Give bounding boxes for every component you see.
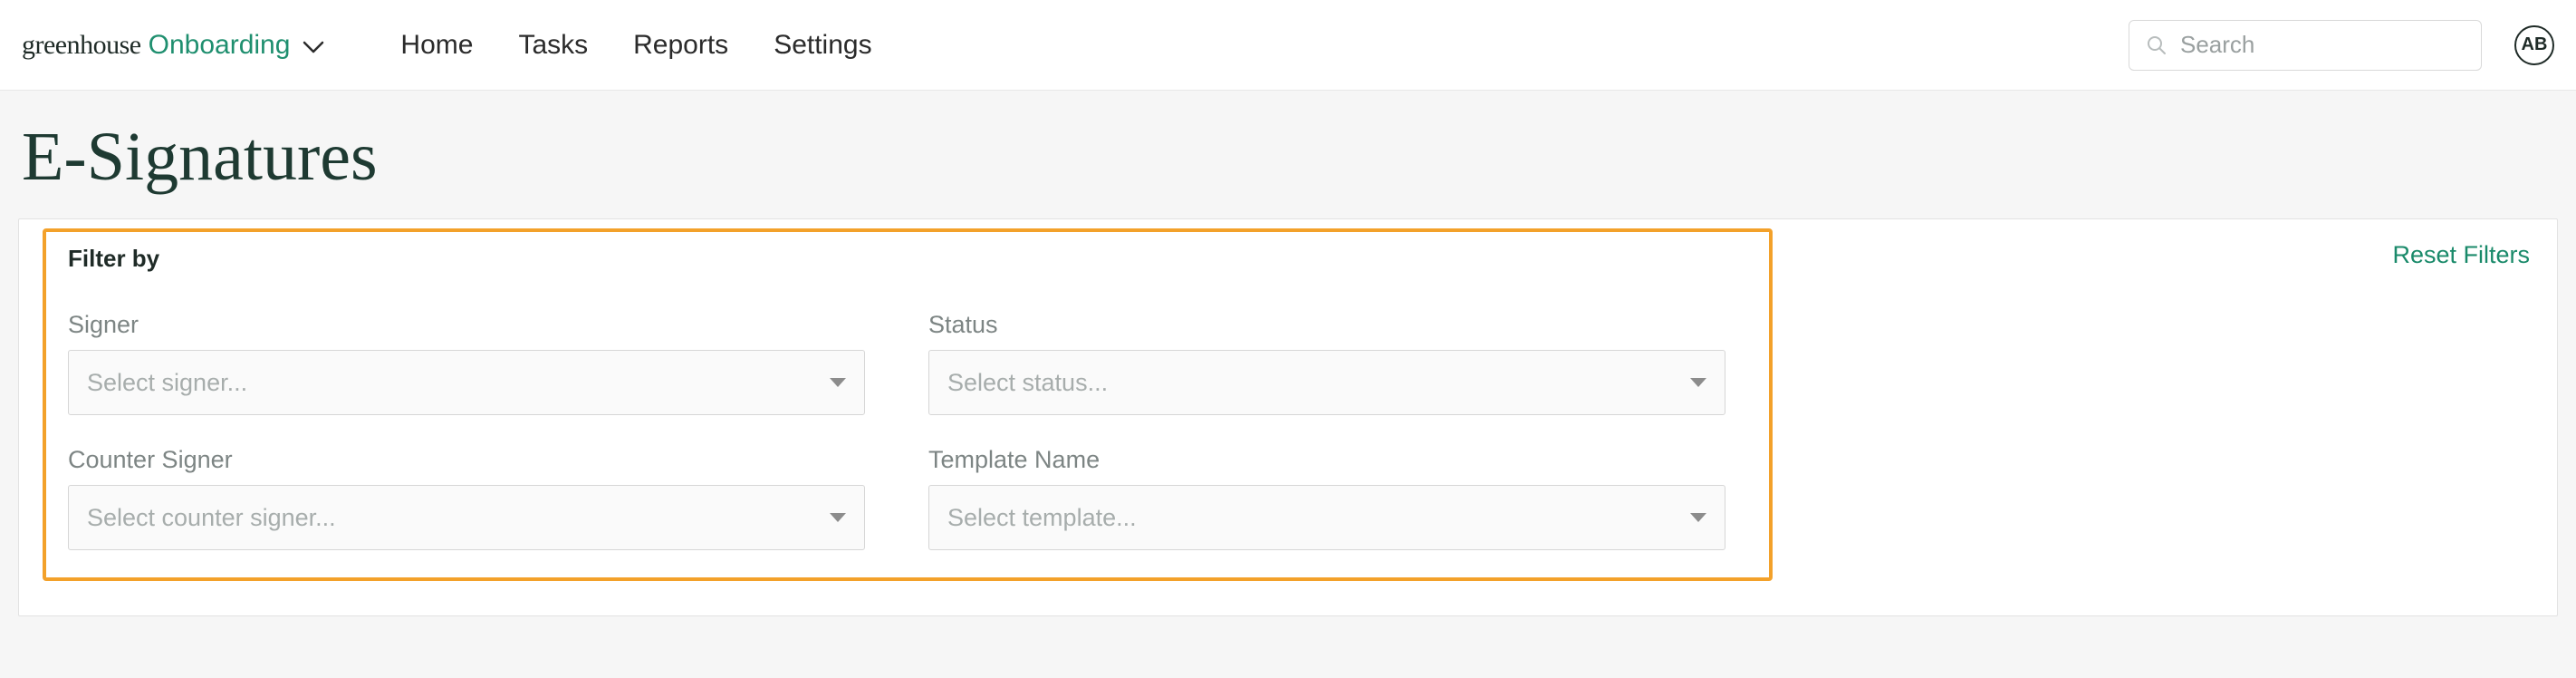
avatar-initials: AB [2522, 34, 2548, 55]
filter-field-counter-signer: Counter Signer Select counter signer... [68, 446, 865, 550]
reset-filters-link[interactable]: Reset Filters [2392, 241, 2530, 269]
brand-onboarding-text: Onboarding [149, 30, 291, 61]
counter-signer-placeholder: Select counter signer... [87, 504, 830, 532]
template-name-select[interactable]: Select template... [928, 485, 1725, 550]
avatar[interactable]: AB [2514, 25, 2554, 65]
signer-label: Signer [68, 311, 865, 339]
chevron-down-icon [303, 41, 324, 53]
template-name-label: Template Name [928, 446, 1725, 474]
primary-nav: Home Tasks Reports Settings [400, 30, 871, 61]
signer-placeholder: Select signer... [87, 369, 830, 397]
filter-grid: Signer Select signer... Status Select st… [68, 311, 1747, 550]
brand-switcher[interactable]: greenhouse Onboarding [22, 30, 324, 61]
status-select[interactable]: Select status... [928, 350, 1725, 415]
nav-reports[interactable]: Reports [633, 30, 728, 61]
search-icon [2146, 34, 2167, 56]
search-input[interactable] [2180, 31, 2465, 59]
signer-select[interactable]: Select signer... [68, 350, 865, 415]
caret-down-icon [830, 378, 846, 387]
page-title: E-Signatures [18, 91, 2558, 218]
nav-home[interactable]: Home [400, 30, 473, 61]
top-navbar: greenhouse Onboarding Home Tasks Reports… [0, 0, 2576, 91]
caret-down-icon [1690, 513, 1706, 522]
filter-field-status: Status Select status... [928, 311, 1725, 415]
brand-greenhouse-text: greenhouse [22, 30, 141, 61]
filter-highlight-region: Filter by Signer Select signer... Status… [43, 228, 1773, 581]
filter-field-template-name: Template Name Select template... [928, 446, 1725, 550]
filter-card: Filter by Signer Select signer... Status… [18, 218, 2558, 616]
counter-signer-label: Counter Signer [68, 446, 865, 474]
template-name-placeholder: Select template... [947, 504, 1690, 532]
counter-signer-select[interactable]: Select counter signer... [68, 485, 865, 550]
nav-settings[interactable]: Settings [774, 30, 871, 61]
search-box[interactable] [2129, 20, 2482, 71]
filter-by-label: Filter by [68, 245, 1747, 273]
filter-field-signer: Signer Select signer... [68, 311, 865, 415]
caret-down-icon [830, 513, 846, 522]
page-body: E-Signatures Filter by Signer Select sig… [0, 91, 2576, 678]
status-label: Status [928, 311, 1725, 339]
nav-tasks[interactable]: Tasks [518, 30, 588, 61]
status-placeholder: Select status... [947, 369, 1690, 397]
caret-down-icon [1690, 378, 1706, 387]
